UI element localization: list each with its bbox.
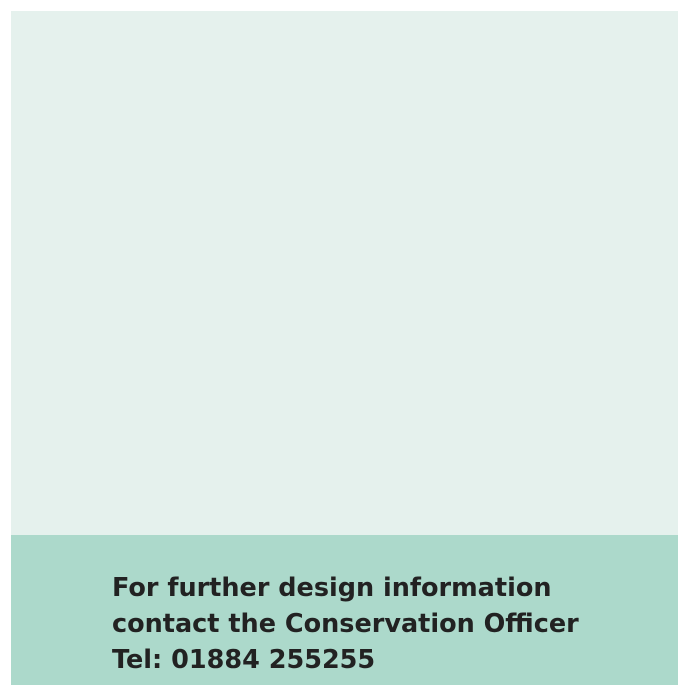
contact-footer-band: For further design information contact t… (11, 535, 678, 685)
blank-content-panel (11, 11, 678, 535)
contact-line-intro: For further design information (112, 573, 552, 603)
contact-line-officer: contact the Conservation Officer (112, 609, 579, 639)
contact-line-telephone: Tel: 01884 255255 (112, 645, 376, 675)
contact-information: For further design information contact t… (112, 570, 579, 678)
